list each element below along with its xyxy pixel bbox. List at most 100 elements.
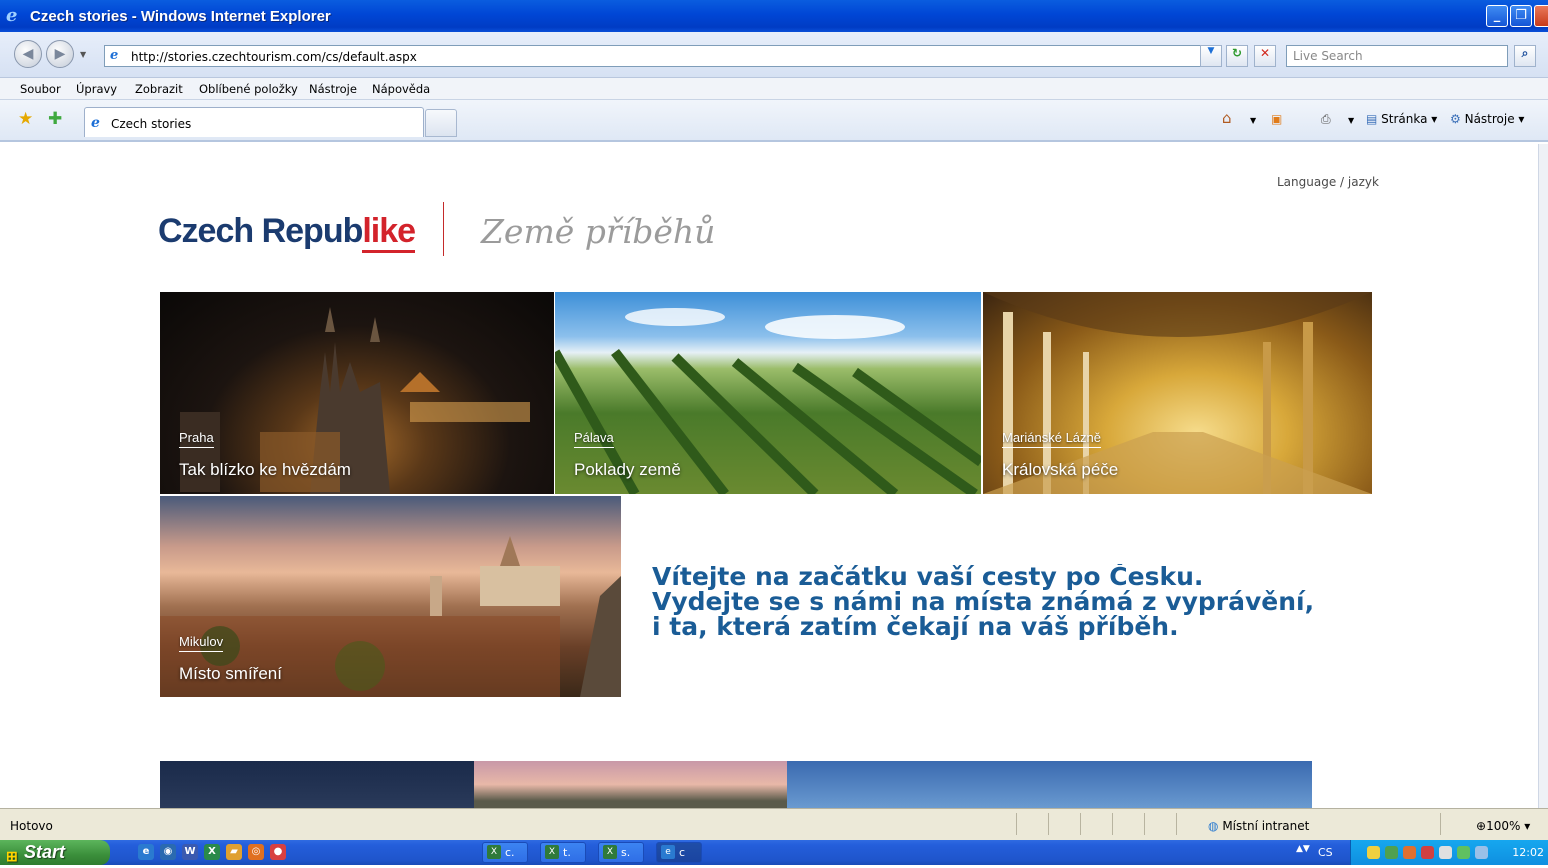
tray-security-icon[interactable] xyxy=(1421,846,1434,859)
zoom-level: 100% xyxy=(1486,819,1521,833)
tile-palava[interactable]: Pálava Poklady země xyxy=(555,292,981,494)
status-divider xyxy=(1080,813,1081,835)
home-icon[interactable]: ⌂ xyxy=(1222,109,1232,127)
url-text: http://stories.czechtourism.com/cs/defau… xyxy=(131,50,417,64)
vertical-scrollbar[interactable] xyxy=(1538,144,1548,808)
stop-button[interactable]: ✕ xyxy=(1254,45,1276,67)
czech-republike-logo[interactable]: Czech Republike xyxy=(158,212,416,253)
feeds-icon[interactable]: ▣ xyxy=(1271,112,1282,126)
menu-file[interactable]: Soubor xyxy=(20,82,61,96)
quicklaunch-browser-icon[interactable]: ◉ xyxy=(160,844,176,860)
tile-mikulov[interactable]: Mikulov Místo smíření xyxy=(160,496,621,697)
refresh-button[interactable]: ↻ xyxy=(1226,45,1248,67)
back-button[interactable]: ◀ xyxy=(14,40,42,68)
new-tab-button[interactable] xyxy=(425,109,457,137)
menu-view[interactable]: Zobrazit xyxy=(135,82,183,96)
tile-praha[interactable]: Praha Tak blízko ke hvězdám xyxy=(160,292,554,494)
menu-edit[interactable]: Úpravy xyxy=(76,82,117,96)
tile-bottom-1[interactable] xyxy=(160,761,474,808)
close-button[interactable] xyxy=(1534,5,1548,27)
window-title: Czech stories - Windows Internet Explore… xyxy=(30,8,331,25)
status-bar: Hotovo ◍ Místní intranet ⊕100% ▾ xyxy=(0,808,1548,840)
tile-story: Poklady země xyxy=(574,460,681,479)
forward-button[interactable]: ▶ xyxy=(46,40,74,68)
ie-icon: e xyxy=(661,845,675,859)
minimize-button[interactable]: _ xyxy=(1486,5,1508,27)
history-dropdown-icon[interactable]: ▼ xyxy=(80,50,86,59)
page-menu-button[interactable]: ▤ Stránka ▾ xyxy=(1366,112,1437,126)
tile-place: Praha xyxy=(179,430,214,448)
page-icon: e xyxy=(110,48,119,63)
quicklaunch-app-icon[interactable]: ● xyxy=(270,844,286,860)
status-divider xyxy=(1048,813,1049,835)
welcome-line: i ta, která zatím čekají na váš příběh. xyxy=(652,612,1179,641)
print-icon[interactable]: ⎙ xyxy=(1321,112,1331,127)
welcome-line: Vydejte se s námi na místa známá z vyprá… xyxy=(652,587,1315,616)
task-label: s. xyxy=(621,846,631,859)
tile-place: Mikulov xyxy=(179,634,224,652)
add-favorites-icon[interactable]: ✚ xyxy=(48,109,62,129)
clock[interactable]: 12:02 xyxy=(1512,846,1544,859)
tray-media-icon[interactable] xyxy=(1403,846,1416,859)
search-icon[interactable]: ⌕ xyxy=(1514,45,1536,67)
system-tray: 12:02 xyxy=(1350,840,1548,865)
menu-tools[interactable]: Nástroje xyxy=(309,82,357,96)
security-zone[interactable]: ◍ Místní intranet xyxy=(1208,819,1309,833)
print-dropdown-icon[interactable]: ▼ xyxy=(1348,116,1354,125)
windows-taskbar: ⊞ Start e ◉ W X ▰ ◎ ● Xc. Xt. Xs. ec ▲▼ … xyxy=(0,840,1548,865)
task-label: t. xyxy=(563,846,571,859)
task-button-excel-c[interactable]: Xc. xyxy=(482,842,528,863)
quicklaunch-folder-icon[interactable]: ▰ xyxy=(226,844,242,860)
status-divider xyxy=(1176,813,1177,835)
task-button-excel-s[interactable]: Xs. xyxy=(598,842,644,863)
status-divider xyxy=(1016,813,1017,835)
quicklaunch-media-icon[interactable]: ◎ xyxy=(248,844,264,860)
address-field[interactable]: e http://stories.czechtourism.com/cs/def… xyxy=(104,45,1220,67)
zone-label: Místní intranet xyxy=(1222,819,1310,833)
quicklaunch-excel-icon[interactable]: X xyxy=(204,844,220,860)
excel-icon: X xyxy=(545,845,559,859)
tile-marianske-lazne[interactable]: Mariánské Lázně Královská péče xyxy=(983,292,1372,494)
tray-network-icon[interactable] xyxy=(1439,846,1452,859)
quicklaunch-word-icon[interactable]: W xyxy=(182,844,198,860)
tile-bottom-3[interactable] xyxy=(787,761,1312,808)
menu-favorites[interactable]: Oblíbené položky xyxy=(199,82,298,96)
task-label: c xyxy=(679,846,686,859)
logo-accent: like xyxy=(362,212,416,253)
home-dropdown-icon[interactable]: ▼ xyxy=(1250,116,1256,125)
quicklaunch-ie-icon[interactable]: e xyxy=(138,844,154,860)
tile-place: Mariánské Lázně xyxy=(1002,430,1101,448)
tile-bottom-2[interactable] xyxy=(474,761,787,808)
task-button-ie-c[interactable]: ec xyxy=(656,842,702,863)
site-tagline: Země příběhů xyxy=(481,212,716,251)
tab-bar: ★ ✚ e Czech stories ⌂ ▼ ▣ ⎙ ▼ ▤ Stránka … xyxy=(0,100,1548,142)
tab-ie-icon: e xyxy=(91,115,100,131)
start-button[interactable]: ⊞ Start xyxy=(0,840,110,865)
zoom-control[interactable]: ⊕100% ▾ xyxy=(1476,819,1530,833)
start-label: Start xyxy=(24,842,66,862)
page-menu-icon: ▤ xyxy=(1366,112,1378,126)
favorites-star-icon[interactable]: ★ xyxy=(18,109,33,129)
taskbar-expand-icon[interactable]: ▲▼ xyxy=(1296,844,1310,854)
logo-divider xyxy=(443,202,444,256)
tab-czech-stories[interactable]: e Czech stories xyxy=(84,107,424,137)
tray-volume-icon[interactable] xyxy=(1475,846,1488,859)
tray-app-icon[interactable] xyxy=(1385,846,1398,859)
maximize-button[interactable]: ❐ xyxy=(1510,5,1532,27)
tools-menu-button[interactable]: ⚙ Nástroje ▾ xyxy=(1450,112,1524,126)
search-input[interactable]: Live Search xyxy=(1286,45,1508,67)
tile-story: Místo smíření xyxy=(179,664,282,683)
language-link[interactable]: Language / jazyk xyxy=(1277,175,1379,189)
input-language[interactable]: CS xyxy=(1318,846,1333,859)
windows-flag-icon: ⊞ xyxy=(6,848,18,864)
task-button-excel-t[interactable]: Xt. xyxy=(540,842,586,863)
menu-help[interactable]: Nápověda xyxy=(372,82,430,96)
menu-bar: Soubor Úpravy Zobrazit Oblíbené položky … xyxy=(0,78,1548,100)
tray-mail-icon[interactable] xyxy=(1367,846,1380,859)
tab-title: Czech stories xyxy=(111,117,192,131)
page-viewport: Language / jazyk Czech Republike Země př… xyxy=(0,144,1538,808)
zoom-icon: ⊕ xyxy=(1476,819,1487,833)
tray-update-icon[interactable] xyxy=(1457,846,1470,859)
welcome-text: Vítejte na začátku vaší cesty po Česku. … xyxy=(652,564,1372,646)
url-dropdown-icon[interactable]: ▼ xyxy=(1200,45,1222,67)
